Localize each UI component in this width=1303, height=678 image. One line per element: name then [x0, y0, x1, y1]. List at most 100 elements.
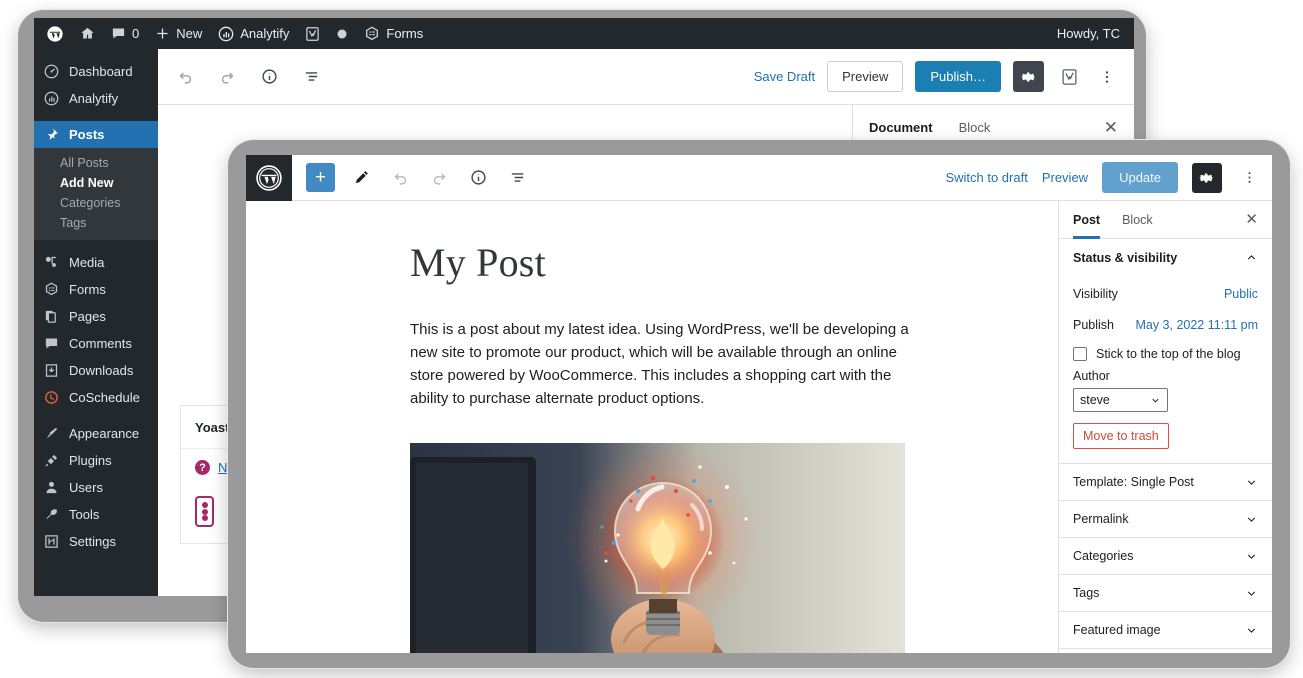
- checkbox-icon[interactable]: [1073, 347, 1087, 361]
- appearance-brush-icon: [43, 425, 60, 442]
- admin-bar-comments[interactable]: 0: [103, 18, 147, 49]
- sidebar-item-forms[interactable]: Forms: [34, 276, 158, 303]
- front-preview-button[interactable]: Preview: [1042, 170, 1088, 185]
- sidebar-label: Plugins: [69, 453, 112, 468]
- info-button[interactable]: [465, 165, 491, 191]
- status-visibility-header[interactable]: Status & visibility: [1059, 239, 1272, 276]
- snippet-dot: [202, 509, 208, 515]
- home-icon: [80, 26, 95, 41]
- more-options-button[interactable]: [1094, 64, 1120, 90]
- settings-gear-button[interactable]: [1013, 61, 1044, 92]
- sidebar-item-coschedule[interactable]: CoSchedule: [34, 384, 158, 411]
- admin-bar-new[interactable]: New: [147, 18, 210, 49]
- sidebar-item-dashboard[interactable]: Dashboard: [34, 58, 158, 85]
- panel-permalink[interactable]: Permalink: [1059, 501, 1272, 538]
- panel-template-single-post[interactable]: Template: Single Post: [1059, 464, 1272, 501]
- post-image-block[interactable]: [410, 443, 905, 653]
- wordpress-logo: [256, 165, 282, 191]
- tab-post[interactable]: Post: [1073, 201, 1100, 239]
- yoast-seo-button[interactable]: [1056, 64, 1082, 90]
- undo-button[interactable]: [387, 165, 413, 191]
- hand-holding-glowing-lightbulb-photo: [410, 443, 905, 653]
- pencil-edit-icon: [353, 169, 370, 186]
- admin-bar-howdy[interactable]: Howdy, TC: [1057, 26, 1134, 41]
- redo-icon[interactable]: [214, 64, 240, 90]
- preview-button[interactable]: Preview: [827, 61, 903, 92]
- sidebar-item-settings[interactable]: Settings: [34, 528, 158, 555]
- sidebar-item-media[interactable]: Media: [34, 249, 158, 276]
- admin-bar-home[interactable]: [72, 18, 103, 49]
- wp-admin-menu: Dashboard Analytify Posts All Pos: [34, 49, 158, 596]
- admin-bar-wp-logo[interactable]: [38, 18, 72, 49]
- sidebar-item-posts[interactable]: Posts: [34, 121, 158, 148]
- chevron-up-icon: [1245, 251, 1258, 264]
- visibility-value-button[interactable]: Public: [1224, 287, 1258, 301]
- post-editor-canvas[interactable]: My Post This is a post about my latest i…: [246, 201, 1058, 653]
- add-block-button[interactable]: +: [306, 163, 335, 192]
- status-visibility-body: Visibility Public Publish May 3, 2022 11…: [1059, 276, 1272, 463]
- info-circle-icon[interactable]: [256, 64, 282, 90]
- chevron-down-icon: [1245, 624, 1258, 637]
- admin-bar-status-dot[interactable]: [328, 18, 356, 49]
- sidebar-item-plugins[interactable]: Plugins: [34, 447, 158, 474]
- submenu-item-tags[interactable]: Tags: [34, 213, 158, 233]
- list-view-button[interactable]: [504, 165, 530, 191]
- sidebar-item-users[interactable]: Users: [34, 474, 158, 501]
- move-to-trash-button[interactable]: Move to trash: [1073, 423, 1169, 449]
- undo-icon[interactable]: [172, 64, 198, 90]
- sidebar-item-analytify[interactable]: Analytify: [34, 85, 158, 112]
- submenu-item-add-new[interactable]: Add New: [34, 173, 158, 193]
- tab-block[interactable]: Block: [1122, 201, 1153, 239]
- author-select[interactable]: steve: [1073, 388, 1168, 412]
- submenu-item-all-posts[interactable]: All Posts: [34, 153, 158, 173]
- more-vertical-icon: [1242, 170, 1257, 185]
- front-rail-tabs: Post Block ✕: [1059, 201, 1272, 239]
- save-draft-button[interactable]: Save Draft: [754, 69, 815, 84]
- switch-to-draft-button[interactable]: Switch to draft: [945, 170, 1027, 185]
- front-settings-gear-button[interactable]: [1192, 163, 1222, 193]
- front-settings-sidebar: Post Block ✕ Status & visibility Visibil…: [1058, 201, 1272, 653]
- submenu-item-categories[interactable]: Categories: [34, 193, 158, 213]
- more-vertical-icon: [1099, 69, 1115, 85]
- help-circle-icon: ?: [195, 460, 210, 475]
- forms-icon: [43, 281, 60, 298]
- publish-button[interactable]: Publish…: [915, 61, 1001, 92]
- plus-icon: [155, 26, 170, 41]
- front-wordpress-logo-button[interactable]: [246, 155, 292, 201]
- sidebar-item-downloads[interactable]: Downloads: [34, 357, 158, 384]
- sticky-post-checkbox-row[interactable]: Stick to the top of the blog: [1073, 347, 1258, 361]
- pencil-edit-button[interactable]: [348, 165, 374, 191]
- list-view-icon: [509, 169, 526, 186]
- redo-button[interactable]: [426, 165, 452, 191]
- close-icon[interactable]: ✕: [1245, 212, 1258, 227]
- sidebar-item-comments[interactable]: Comments: [34, 330, 158, 357]
- gear-icon: [1199, 170, 1215, 186]
- update-button[interactable]: Update: [1102, 162, 1178, 193]
- chevron-down-icon: [1245, 587, 1258, 600]
- front-editor-toolbar: + Switch: [246, 155, 1272, 201]
- panel-categories[interactable]: Categories: [1059, 538, 1272, 575]
- wrench-icon: [43, 506, 60, 523]
- panel-label: Categories: [1073, 549, 1133, 563]
- sidebar-item-pages[interactable]: Pages: [34, 303, 158, 330]
- sidebar-label: Dashboard: [69, 64, 133, 79]
- post-paragraph-block[interactable]: This is a post about my latest idea. Usi…: [410, 318, 910, 410]
- admin-bar-yoast[interactable]: [297, 18, 328, 49]
- snippet-dot: [202, 502, 208, 508]
- sidebar-label: Forms: [69, 282, 106, 297]
- admin-bar-forms[interactable]: Forms: [356, 18, 431, 49]
- sidebar-label: Settings: [69, 534, 116, 549]
- admin-bar-analytify[interactable]: Analytify: [210, 18, 297, 49]
- sidebar-item-appearance[interactable]: Appearance: [34, 420, 158, 447]
- sidebar-item-tools[interactable]: Tools: [34, 501, 158, 528]
- page-title[interactable]: My Post: [246, 239, 1058, 286]
- panel-featured-image[interactable]: Featured image: [1059, 612, 1272, 649]
- close-icon[interactable]: ✕: [1104, 119, 1118, 136]
- info-circle-icon: [470, 169, 487, 186]
- front-more-options-button[interactable]: [1236, 165, 1262, 191]
- sidebar-label: Users: [69, 480, 103, 495]
- publish-date-button[interactable]: May 3, 2022 11:11 pm: [1135, 318, 1258, 332]
- list-view-icon[interactable]: [298, 64, 324, 90]
- analytify-icon: [43, 90, 60, 107]
- panel-tags[interactable]: Tags: [1059, 575, 1272, 612]
